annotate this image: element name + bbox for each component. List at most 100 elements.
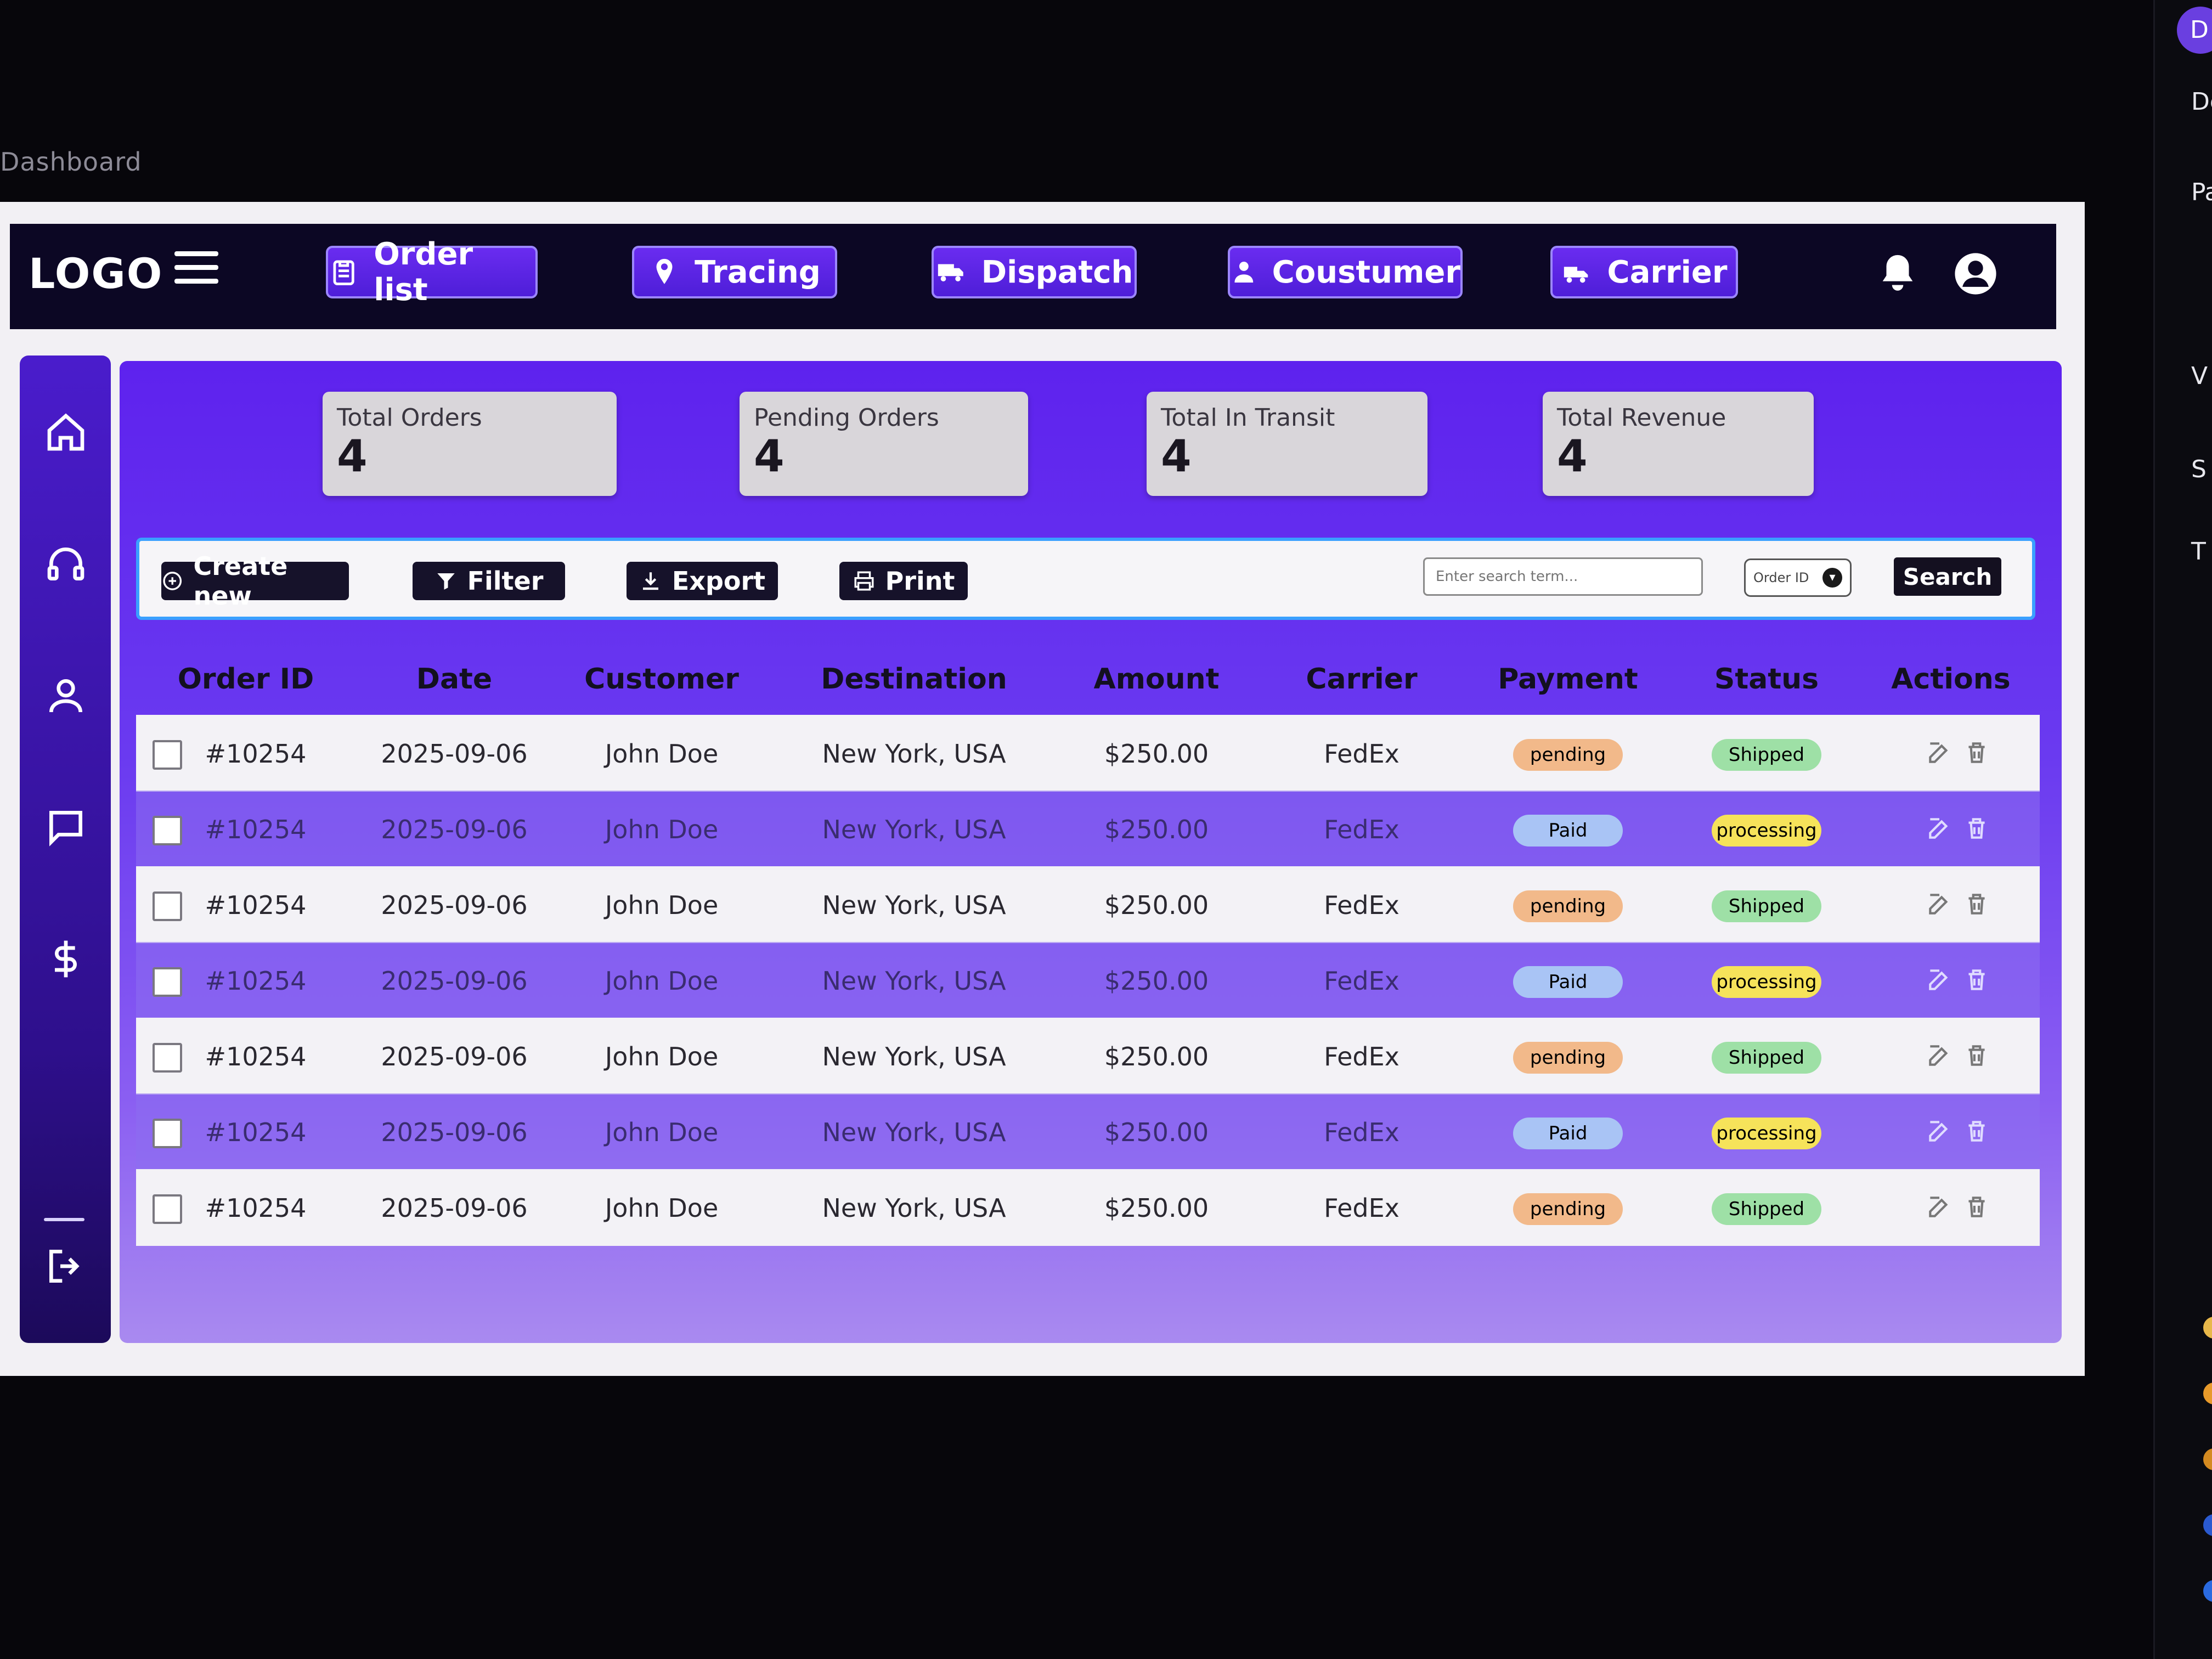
status-badge: Shipped [1712,1193,1821,1225]
chat-icon[interactable] [44,805,88,849]
export-button[interactable]: Export [627,562,778,600]
trash-icon[interactable] [1963,739,1990,766]
status-dot [2203,1448,2212,1470]
column-header: Status [1714,663,1819,696]
table-row[interactable]: #10254 2025-09-06 John Doe New York, USA $25… [136,1018,2040,1094]
table-row[interactable]: #10254 2025-09-06 John Doe New York, USA $25… [136,1169,2040,1246]
hamburger-menu-icon[interactable] [174,251,218,290]
status-badge: Shipped [1712,1042,1821,1074]
edit-icon[interactable] [1926,966,1953,994]
headset-icon[interactable] [44,542,88,586]
status-badge: processing [1712,815,1821,847]
logo[interactable]: LOGO [29,249,163,298]
edit-icon[interactable] [1926,890,1953,918]
row-checkbox[interactable] [153,816,182,845]
button-label: Create new [193,551,288,611]
nav-tracing[interactable]: Tracing [632,246,837,298]
cell-id: #10254 [205,890,307,920]
row-checkbox[interactable] [153,1043,182,1073]
cell-amount: $250.00 [1104,1042,1209,1071]
stat-value: 4 [1161,431,1192,482]
stat-value: 4 [1557,431,1588,482]
row-checkbox[interactable] [153,740,182,770]
status-dot [2203,1383,2212,1404]
cell-id: #10254 [205,1042,307,1071]
status-dot [2203,1514,2212,1536]
tab-caption: Dashboard [0,147,142,177]
stat-card-total-orders: Total Orders 4 [323,392,617,496]
printer-icon [854,571,874,591]
row-checkbox[interactable] [153,1119,182,1148]
stat-label: Pending Orders [754,404,939,432]
trash-icon[interactable] [1963,1193,1990,1221]
user-avatar-icon[interactable] [1953,251,1998,296]
status-dot [2203,1317,2212,1339]
user-icon [1234,262,1254,283]
action-toolbar: Create new Filter Export Print Order ID … [136,538,2035,620]
print-button[interactable]: Print [839,562,968,600]
row-checkbox[interactable] [153,891,182,921]
nav-carrier[interactable]: Carrier [1550,246,1738,298]
trash-icon[interactable] [1963,1118,1990,1145]
plus-circle-icon [163,572,182,590]
payment-badge: pending [1513,1193,1623,1225]
nav-dispatch[interactable]: Dispatch [932,246,1137,298]
edit-icon[interactable] [1926,1118,1953,1145]
cell-customer: John Doe [605,1193,719,1223]
filter-icon [437,573,455,590]
stat-value: 4 [754,431,785,482]
search-input[interactable] [1423,557,1703,596]
edit-icon[interactable] [1926,1042,1953,1069]
create-new-button[interactable]: Create new [161,551,349,611]
cell-date: 2025-09-06 [381,890,528,920]
trash-icon[interactable] [1963,1042,1990,1069]
table-row[interactable]: #10254 2025-09-06 John Doe New York, USA $25… [136,715,2040,792]
edit-icon[interactable] [1926,739,1953,766]
account-avatar[interactable]: D [2177,7,2212,54]
cell-amount: $250.00 [1104,739,1209,769]
column-header: Carrier [1306,663,1418,696]
filter-button[interactable]: Filter [413,562,565,600]
edit-icon[interactable] [1926,815,1953,842]
nav-order-list[interactable]: Order list [326,236,538,308]
row-checkbox[interactable] [153,967,182,997]
cell-amount: $250.00 [1104,1118,1209,1147]
search-field-select[interactable]: Order ID ▾ [1744,558,1852,597]
nav-label: Tracing [695,254,821,290]
table-row[interactable]: #10254 2025-09-06 John Doe New York, USA $25… [136,866,2040,943]
trash-icon[interactable] [1963,966,1990,994]
home-icon[interactable] [44,410,88,454]
row-checkbox[interactable] [153,1194,182,1224]
logout-icon[interactable] [44,1244,88,1288]
cell-id: #10254 [205,1118,307,1147]
side-fragment: Pa [2191,178,2212,206]
app-window: LOGO Order list Tracing Dispatch Coustum… [0,202,2085,1376]
status-dot [2203,1580,2212,1602]
table-row[interactable]: #10254 2025-09-06 John Doe New York, USA $25… [136,1093,2040,1170]
edit-icon[interactable] [1926,1193,1953,1221]
dollar-icon[interactable] [44,937,88,981]
table-row[interactable]: #10254 2025-09-06 John Doe New York, USA $25… [136,791,2040,867]
clipboard-icon [333,260,354,285]
table-row[interactable]: #10254 2025-09-06 John Doe New York, USA $25… [136,942,2040,1019]
stat-label: Total Orders [337,404,482,432]
trash-icon[interactable] [1963,815,1990,842]
cell-customer: John Doe [605,966,719,996]
left-sidebar [20,356,111,1343]
cell-destination: New York, USA [822,1042,1006,1071]
status-badge: processing [1712,966,1821,998]
nav-customer[interactable]: Coustumer [1228,246,1463,298]
cell-carrier: FedEx [1324,890,1400,920]
bell-icon[interactable] [1875,251,1920,296]
cell-destination: New York, USA [822,1118,1006,1147]
payment-badge: pending [1513,1042,1623,1074]
search-button[interactable]: Search [1894,557,2001,596]
cell-carrier: FedEx [1324,1042,1400,1071]
button-label: Print [885,566,955,596]
cell-customer: John Doe [605,890,719,920]
column-header: Actions [1891,663,2011,696]
payment-badge: pending [1513,739,1623,771]
user-icon[interactable] [44,674,88,718]
cell-id: #10254 [205,1193,307,1223]
trash-icon[interactable] [1963,890,1990,918]
